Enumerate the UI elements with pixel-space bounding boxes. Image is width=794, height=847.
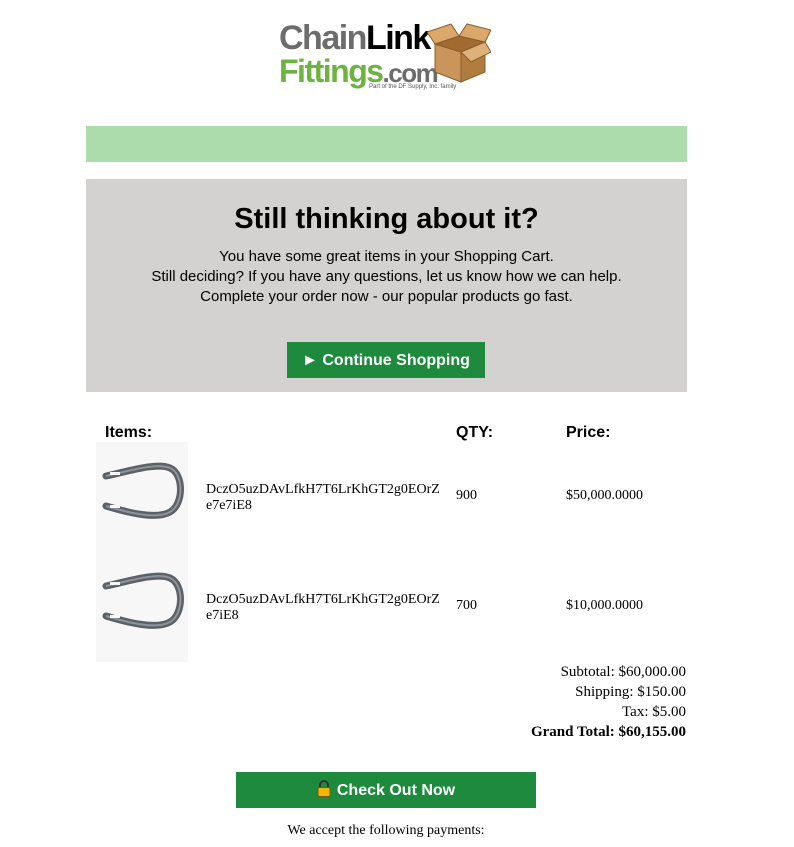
items-column-header: Items: (105, 424, 153, 441)
promo-panel: Still thinking about it? You have some g… (86, 179, 687, 392)
qty-column-header: QTY: (456, 424, 494, 441)
shipping: Shipping: $150.00 (575, 684, 686, 700)
check-out-now-button[interactable]: Check Out Now (236, 772, 536, 808)
lock-icon (317, 780, 331, 798)
promo-line: Still deciding? If you have any question… (151, 268, 622, 285)
continue-shopping-button[interactable]: ► Continue Shopping (287, 342, 485, 378)
chainlink-fittings-logo[interactable]: ChainLink Fittings.com Part of the DF Su… (279, 20, 491, 98)
email-header: ChainLink Fittings.com Part of the DF Su… (0, 0, 794, 110)
promo-title: Still thinking about it? (234, 203, 539, 235)
payments-text: We accept the following payments: (287, 823, 485, 838)
promo-message: You have some great items in your Shoppi… (86, 247, 687, 307)
grand-total: Grand Total: $60,155.00 (530, 724, 686, 740)
promo-line: You have some great items in your Shoppi… (219, 248, 554, 265)
price-column-header: Price: (566, 424, 611, 441)
order-totals: Subtotal: $60,000.00 Shipping: $150.00 T… (531, 662, 686, 742)
green-banner-bar (86, 126, 687, 162)
product-image[interactable] (96, 442, 188, 552)
tax: Tax: $5.00 (622, 704, 686, 720)
product-price: $50,000.0000 (566, 488, 643, 503)
product-qty: 900 (456, 488, 477, 503)
logo-tagline: Part of the DF Supply, Inc. family (369, 84, 457, 90)
product-name[interactable]: DczO5uzDAvLfkH7T6LrKhGT2g0EOrZe7e7iE8 (206, 482, 441, 514)
subtotal: Subtotal: $60,000.00 (560, 664, 686, 680)
product-price: $10,000.0000 (566, 598, 643, 613)
table-row: DczO5uzDAvLfkH7T6LrKhGT2g0EOrZe7e7iE8 90… (96, 442, 687, 552)
product-qty: 700 (456, 598, 477, 613)
product-name[interactable]: DczO5uzDAvLfkH7T6LrKhGT2g0EOrZe7iE8 (206, 592, 441, 624)
promo-line: Complete your order now - our popular pr… (200, 288, 573, 305)
logo-line-1: ChainLink (279, 19, 431, 57)
check-out-label: Check Out Now (336, 782, 456, 799)
product-image[interactable] (96, 552, 188, 662)
cardboard-box-icon (427, 23, 491, 83)
table-row: DczO5uzDAvLfkH7T6LrKhGT2g0EOrZe7iE8 700 … (96, 552, 687, 662)
